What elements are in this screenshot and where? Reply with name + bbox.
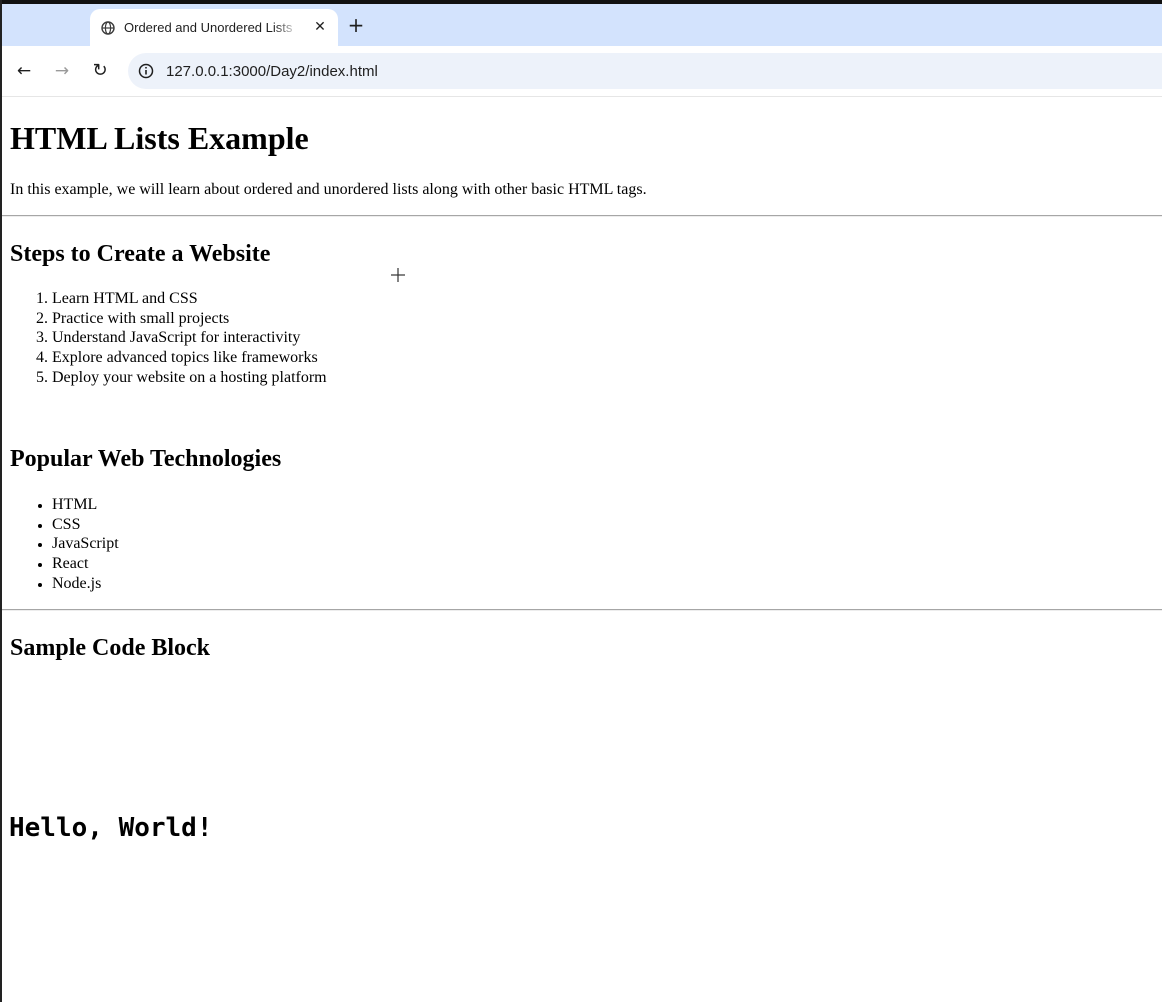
window-left-border xyxy=(0,0,2,1002)
info-icon[interactable] xyxy=(138,63,154,79)
list-item: HTML xyxy=(52,495,119,515)
intro-paragraph: In this example, we will learn about ord… xyxy=(10,181,647,198)
tab-title: Ordered and Unordered Lists xyxy=(124,20,293,35)
list-item: Node.js xyxy=(52,574,119,594)
crosshair-cursor-icon xyxy=(390,267,406,283)
list-item: Explore advanced topics like frameworks xyxy=(52,348,327,368)
address-bar[interactable]: 127.0.0.1:3000/Day2/index.html xyxy=(128,53,1162,89)
browser-tab[interactable]: Ordered and Unordered Lists ✕ xyxy=(90,9,338,46)
browser-toolbar: ← → ↻ 127.0.0.1:3000/Day2/index.html xyxy=(2,46,1162,97)
list-item: Practice with small projects xyxy=(52,309,327,329)
list-item: JavaScript xyxy=(52,534,119,554)
horizontal-rule xyxy=(2,609,1162,611)
close-icon[interactable]: ✕ xyxy=(312,19,328,35)
reload-button[interactable]: ↻ xyxy=(88,59,112,83)
new-tab-button[interactable]: + xyxy=(344,14,368,38)
steps-ordered-list: Learn HTML and CSS Practice with small p… xyxy=(10,289,327,388)
list-item: Learn HTML and CSS xyxy=(52,289,327,309)
tab-strip: Ordered and Unordered Lists ✕ + xyxy=(2,4,1162,46)
code-heading: Sample Code Block xyxy=(10,635,211,661)
steps-heading: Steps to Create a Website xyxy=(10,241,271,267)
horizontal-rule xyxy=(2,215,1162,217)
forward-button[interactable]: → xyxy=(50,59,74,83)
url-text: 127.0.0.1:3000/Day2/index.html xyxy=(166,62,378,80)
page-title: HTML Lists Example xyxy=(10,120,309,156)
technologies-heading: Popular Web Technologies xyxy=(10,446,282,472)
list-item: CSS xyxy=(52,515,119,535)
technologies-unordered-list: HTML CSS JavaScript React Node.js xyxy=(10,495,119,594)
code-block: Hello, World! xyxy=(9,813,213,843)
list-item: React xyxy=(52,554,119,574)
globe-icon xyxy=(100,20,116,36)
list-item: Understand JavaScript for interactivity xyxy=(52,328,327,348)
back-button[interactable]: ← xyxy=(12,59,36,83)
list-item: Deploy your website on a hosting platfor… xyxy=(52,368,327,388)
